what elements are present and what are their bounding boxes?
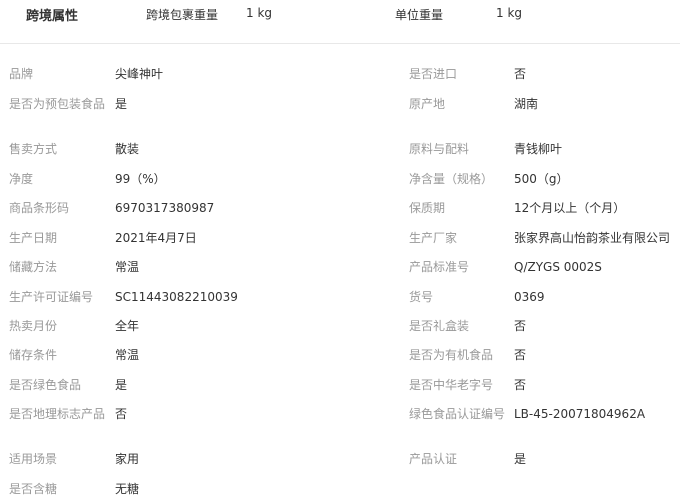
attribute-value: LB-45-20071804962A <box>514 407 646 421</box>
attribute-label: 原料与配料 <box>409 142 470 156</box>
cross-border-attributes-header: 跨境属性 跨境包裹重量 1 kg 单位重量 1 kg <box>0 0 680 44</box>
attribute-value: 无糖 <box>115 482 140 496</box>
attribute-value: 散装 <box>115 142 140 156</box>
attribute-label: 储存条件 <box>9 348 58 362</box>
attribute-label: 是否中华老字号 <box>409 378 494 392</box>
attribute-value: 99（%） <box>115 172 166 186</box>
attribute-value: 500（g） <box>514 172 569 186</box>
section-title: 跨境属性 <box>26 9 79 24</box>
header-label-unit-weight: 单位重量 <box>395 8 444 22</box>
attribute-value: 否 <box>514 378 527 392</box>
header-value-unit-weight: 1 kg <box>496 6 523 20</box>
attribute-label: 售卖方式 <box>9 142 58 156</box>
attribute-label: 适用场景 <box>9 452 58 466</box>
attribute-label: 储藏方法 <box>9 260 58 274</box>
attribute-value: Q/ZYGS 0002S <box>514 260 602 274</box>
attribute-value: 2021年4月7日 <box>115 231 197 245</box>
attribute-value: 张家界高山怡韵茶业有限公司 <box>514 231 671 245</box>
attribute-label: 是否为有机食品 <box>409 348 494 362</box>
attribute-value: 0369 <box>514 290 545 304</box>
attribute-label: 是否绿色食品 <box>9 378 82 392</box>
attribute-label: 净度 <box>9 172 34 186</box>
attribute-label: 热卖月份 <box>9 319 58 333</box>
attribute-value: 常温 <box>115 348 140 362</box>
attribute-label: 是否地理标志产品 <box>9 407 106 421</box>
attribute-label: 绿色食品认证编号 <box>409 407 506 421</box>
attribute-label: 品牌 <box>9 67 34 81</box>
attribute-label: 是否进口 <box>409 67 458 81</box>
attribute-value: 全年 <box>115 319 140 333</box>
attribute-label: 是否含糖 <box>9 482 58 496</box>
attribute-label: 原产地 <box>409 97 446 111</box>
attribute-value: 是 <box>115 378 128 392</box>
attribute-value: 否 <box>514 348 527 362</box>
product-attributes-panel: 跨境属性 跨境包裹重量 1 kg 单位重量 1 kg 品牌 尖峰神叶 是否进口 … <box>0 0 680 501</box>
attribute-value: 12个月以上（个月） <box>514 201 626 215</box>
header-value-package-weight: 1 kg <box>246 6 273 20</box>
attribute-value: 否 <box>514 67 527 81</box>
attribute-value: 是 <box>514 452 527 466</box>
attribute-label: 是否礼盒装 <box>409 319 470 333</box>
attribute-value: 否 <box>115 407 128 421</box>
attribute-label: 是否为预包装食品 <box>9 97 106 111</box>
attribute-value: 6970317380987 <box>115 201 215 215</box>
attribute-label: 产品认证 <box>409 452 458 466</box>
attribute-value: 家用 <box>115 452 140 466</box>
attribute-value: 是 <box>115 97 128 111</box>
attribute-label: 生产许可证编号 <box>9 290 94 304</box>
attribute-value: 尖峰神叶 <box>115 67 164 81</box>
attribute-label: 保质期 <box>409 201 446 215</box>
attribute-value: 青钱柳叶 <box>514 142 563 156</box>
attribute-label: 生产日期 <box>9 231 58 245</box>
attribute-label: 商品条形码 <box>9 201 70 215</box>
attribute-value: 湖南 <box>514 97 539 111</box>
attribute-value: 常温 <box>115 260 140 274</box>
attribute-value: 否 <box>514 319 527 333</box>
attribute-label: 净含量（规格） <box>409 172 494 186</box>
attribute-label: 产品标准号 <box>409 260 470 274</box>
attribute-value: SC11443082210039 <box>115 290 238 304</box>
attribute-label: 生产厂家 <box>409 231 458 245</box>
attribute-label: 货号 <box>409 290 434 304</box>
header-label-package-weight: 跨境包裹重量 <box>146 8 219 22</box>
